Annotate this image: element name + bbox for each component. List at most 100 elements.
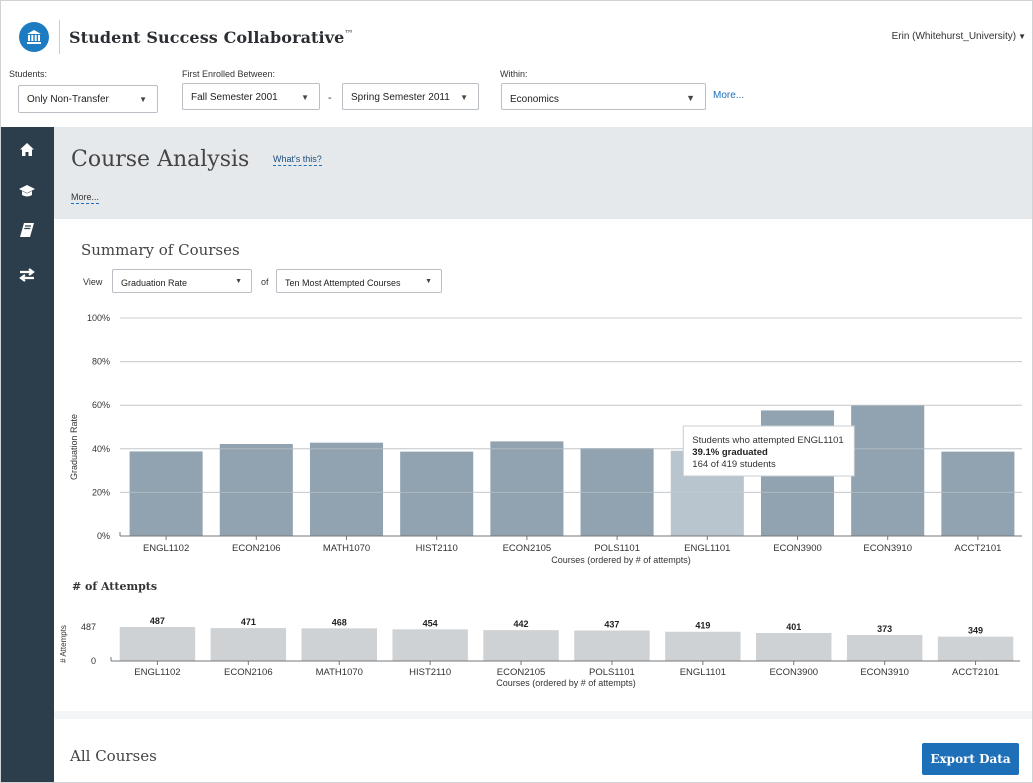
app-window: Student Success Collaborative™ Erin (Whi…	[0, 0, 1033, 783]
summary-title: Summary of Courses	[81, 241, 240, 259]
attempts-x-tick-label: POLS1101	[589, 667, 635, 678]
bar-graduation-rate	[219, 444, 293, 536]
attempts-chart-title: # of Attempts	[72, 580, 157, 593]
x-axis-title: Courses (ordered by # of attempts)	[551, 555, 691, 565]
attempts-data-label: 419	[695, 621, 710, 631]
bar-graduation-rate	[309, 442, 384, 536]
sidebar	[1, 127, 54, 782]
attempts-y-tick-label: 0	[91, 656, 96, 666]
bar-attempts	[210, 628, 287, 661]
attempts-data-label: 468	[332, 617, 347, 627]
within-value: Economics	[510, 94, 559, 105]
bar-attempts	[756, 633, 832, 661]
user-name: Erin (Whitehurst_University)	[891, 31, 1017, 42]
attempts-x-tick-label: ECON3910	[860, 667, 909, 678]
caret-down-icon: ▼	[139, 95, 147, 104]
caret-down-icon: ▼	[301, 93, 309, 102]
y-tick-label: 20%	[92, 487, 110, 497]
y-tick-label: 60%	[92, 400, 110, 410]
within-select[interactable]: Economics ▼	[501, 83, 706, 110]
x-tick-label: ENGL1102	[143, 543, 189, 554]
of-label: of	[261, 277, 269, 287]
main-content: Course Analysis What's this? More... Sum…	[54, 127, 1032, 782]
tooltip-count: 164 of 419 students	[692, 459, 776, 470]
bar-attempts	[119, 627, 196, 661]
enrolled-to-select[interactable]: Spring Semester 2011 ▼	[342, 83, 479, 110]
home-icon[interactable]	[17, 139, 37, 159]
attempts-y-axis-title: # Attempts	[59, 625, 68, 663]
bar-graduation-rate	[490, 441, 564, 536]
caret-down-icon: ▼	[1018, 32, 1026, 41]
page-header: Course Analysis What's this? More...	[54, 127, 1032, 219]
attempts-x-tick-label: ENGL1101	[680, 667, 726, 678]
filter-bar: Students: Only Non-Transfer ▼ First Enrol…	[1, 63, 1032, 127]
tooltip-rate: 39.1% graduated	[692, 447, 768, 458]
x-tick-label: ENGL1101	[684, 543, 730, 554]
graduation-cap-icon[interactable]	[17, 181, 37, 201]
all-courses-panel: All Courses Export Data	[54, 719, 1032, 782]
x-tick-label: ACCT2101	[954, 543, 1001, 554]
enrolled-label: First Enrolled Between:	[182, 69, 276, 79]
tooltip-title: Students who attempted ENGL1101	[692, 435, 843, 446]
students-value: Only Non-Transfer	[27, 94, 109, 105]
attempts-x-tick-label: ENGL1102	[134, 667, 180, 678]
user-menu[interactable]: Erin (Whitehurst_University) ▼	[892, 31, 1026, 42]
attempts-data-label: 437	[604, 619, 619, 629]
students-select[interactable]: Only Non-Transfer ▼	[18, 85, 158, 113]
bar-attempts	[846, 634, 923, 661]
metric-select[interactable]: Graduation Rate ▼	[112, 269, 252, 293]
attempts-data-label: 373	[877, 624, 892, 634]
attempts-data-label: 487	[150, 616, 165, 626]
transfer-arrows-icon[interactable]	[17, 265, 37, 285]
y-axis-title: Graduation Rate	[69, 414, 79, 480]
all-courses-title: All Courses	[70, 747, 157, 765]
university-building-icon[interactable]	[19, 22, 49, 52]
y-tick-label: 100%	[87, 313, 110, 323]
attempts-data-label: 401	[786, 622, 801, 632]
bar-attempts	[574, 630, 650, 661]
course-set-value: Ten Most Attempted Courses	[285, 278, 401, 288]
attempts-x-tick-label: ECON3900	[769, 667, 818, 678]
attempts-x-tick-label: ECON2105	[497, 667, 546, 678]
export-data-button[interactable]: Export Data	[922, 743, 1019, 775]
summary-panel: Summary of Courses View Graduation Rate ▼…	[54, 219, 1032, 301]
header-more-link[interactable]: More...	[71, 192, 100, 204]
enrolled-from-select[interactable]: Fall Semester 2001 ▼	[182, 83, 320, 110]
caret-down-icon: ▼	[686, 93, 695, 103]
attempts-x-axis-title: Courses (ordered by # of attempts)	[496, 678, 636, 688]
attempts-data-label: 442	[514, 619, 529, 629]
attempts-data-label: 349	[968, 626, 983, 636]
book-icon[interactable]	[17, 220, 37, 240]
charts-svg: 0% 20% 40% 60% 80% 100% Graduation Rate ENGL110…	[59, 313, 1022, 688]
course-set-select[interactable]: Ten Most Attempted Courses ▼	[276, 269, 442, 293]
caret-down-icon: ▼	[235, 278, 242, 285]
range-separator: -	[328, 92, 332, 104]
enrolled-from-value: Fall Semester 2001	[191, 92, 278, 103]
bar-attempts	[665, 631, 741, 661]
x-tick-label: ECON2106	[232, 543, 281, 554]
caret-down-icon: ▼	[425, 278, 432, 285]
students-label: Students:	[9, 69, 48, 79]
page-title: Course Analysis	[71, 147, 250, 172]
top-bar: Student Success Collaborative™ Erin (Whi…	[1, 1, 1032, 63]
more-filters-link[interactable]: More...	[713, 90, 744, 101]
bar-attempts	[301, 628, 377, 661]
x-tick-label: POLS1101	[594, 543, 640, 554]
metric-value: Graduation Rate	[121, 278, 188, 288]
attempts-data-label: 454	[423, 618, 438, 628]
within-label: Within:	[500, 69, 528, 79]
bar-attempts	[937, 636, 1014, 661]
x-tick-label: HIST2110	[416, 543, 458, 554]
logo-divider	[59, 20, 60, 54]
x-tick-label: ECON2105	[503, 543, 552, 554]
bar-graduation-rate	[129, 451, 203, 536]
x-tick-label: ECON3910	[863, 543, 912, 554]
y-tick-label: 40%	[92, 444, 110, 454]
attempts-x-tick-label: ECON2106	[224, 667, 273, 678]
view-label: View	[83, 277, 103, 287]
bar-attempts	[392, 629, 468, 661]
attempts-y-tick-label: 487	[81, 622, 96, 632]
y-tick-label: 0%	[97, 531, 110, 541]
whats-this-link[interactable]: What's this?	[273, 154, 322, 166]
bar-graduation-rate	[851, 405, 925, 536]
